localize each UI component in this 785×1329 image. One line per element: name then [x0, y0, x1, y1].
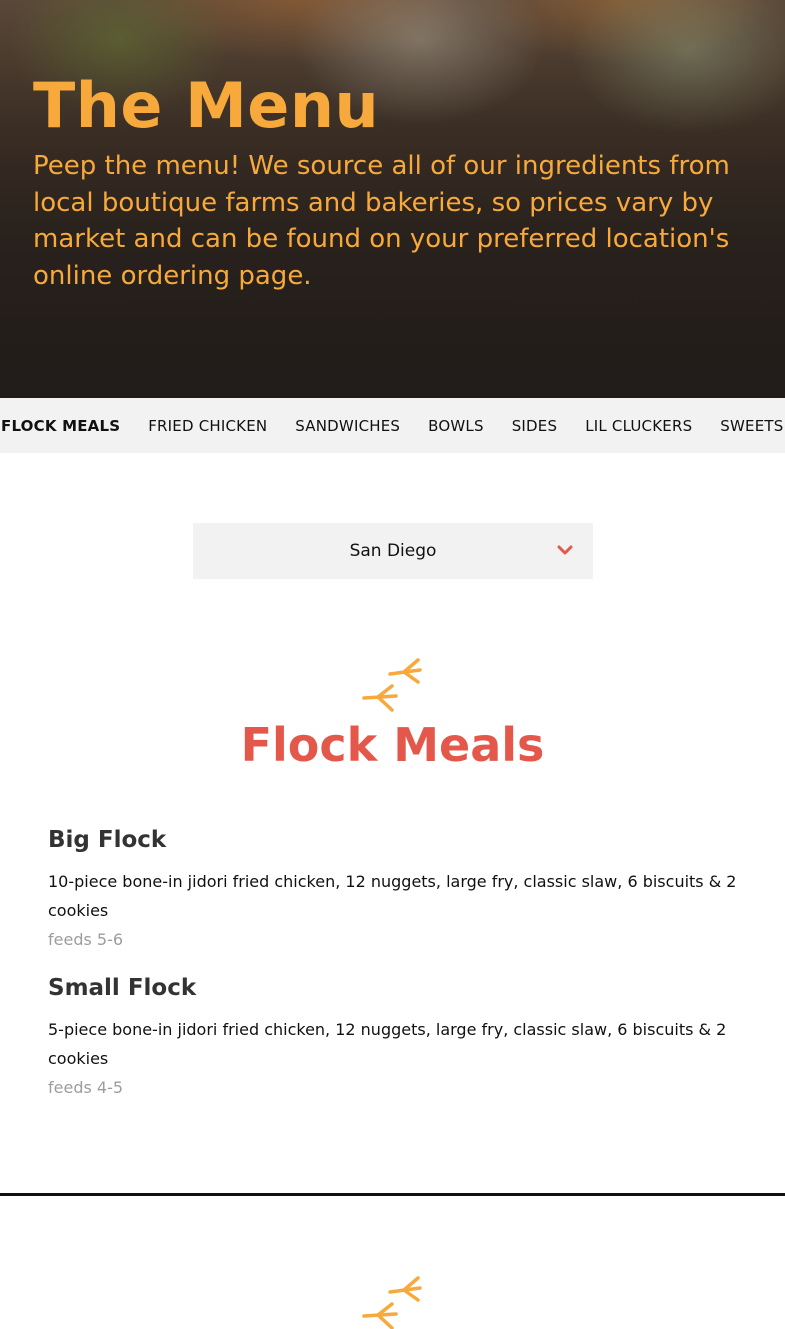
location-selected-value: San Diego: [349, 541, 437, 561]
chicken-feet-icon: [362, 658, 422, 712]
category-tab-lil-cluckers[interactable]: LIL CLUCKERS: [585, 417, 692, 435]
category-tab-sweets[interactable]: SWEETS: [720, 417, 783, 435]
menu-item-description: 10-piece bone-in jidori fried chicken, 1…: [48, 872, 737, 920]
hero-banner: The Menu Peep the menu! We source all of…: [0, 0, 785, 398]
menu-item-feeds: feeds 5-6: [48, 930, 124, 949]
menu-item-name: Small Flock: [48, 975, 197, 1001]
chevron-down-icon: [557, 545, 573, 555]
hero-description: Peep the menu! We source all of our ingr…: [33, 151, 730, 291]
category-tab-bowls[interactable]: BOWLS: [428, 417, 484, 435]
menu-item-name: Big Flock: [48, 827, 167, 853]
chicken-feet-icon: [362, 1276, 422, 1329]
category-tab-sides[interactable]: SIDES: [512, 417, 558, 435]
section-divider: [0, 1193, 785, 1196]
category-tab-fried-chicken[interactable]: FRIED CHICKEN: [148, 417, 267, 435]
menu-item-feeds: feeds 4-5: [48, 1078, 124, 1097]
menu-item: Big Flock 10-piece bone-in jidori fried …: [48, 824, 738, 954]
category-tab-sandwiches[interactable]: SANDWICHES: [295, 417, 400, 435]
category-tab-flock-meals[interactable]: FLOCK MEALS: [1, 417, 120, 435]
menu-item-description: 5-piece bone-in jidori fried chicken, 12…: [48, 1020, 727, 1068]
category-nav: FLOCK MEALS FRIED CHICKEN SANDWICHES BOW…: [0, 398, 785, 453]
section-title-flock-meals: Flock Meals: [240, 718, 545, 772]
menu-item: Small Flock 5-piece bone-in jidori fried…: [48, 972, 738, 1102]
page-title: The Menu: [33, 69, 380, 142]
location-select[interactable]: San Diego: [193, 523, 593, 579]
